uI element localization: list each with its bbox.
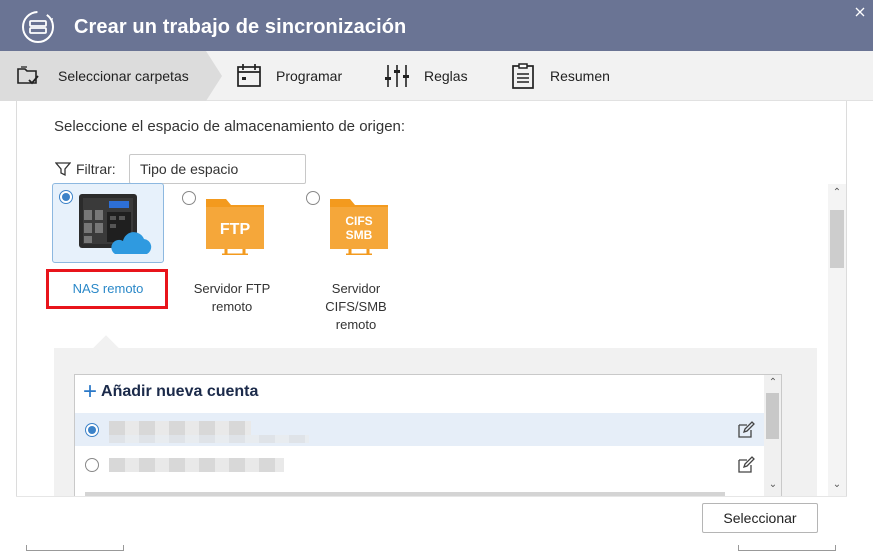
svg-text:FTP: FTP: [220, 221, 251, 238]
scroll-down-icon[interactable]: ⌄: [764, 479, 781, 490]
step-label: Resumen: [550, 68, 610, 84]
step-rules[interactable]: Reglas: [384, 51, 468, 101]
ftp-folder-icon: FTP: [206, 199, 264, 255]
option-cifs-smb-server[interactable]: CIFS SMB: [300, 183, 412, 263]
calendar-icon: [237, 64, 261, 87]
wizard-steps: Seleccionar carpetas Programar Reglas Re…: [0, 51, 873, 101]
main-panel: Seleccione el espacio de almacenamiento …: [16, 101, 847, 545]
window-title: Crear un trabajo de sincronización: [74, 16, 407, 38]
option-remote-nas[interactable]: [52, 183, 164, 263]
step-label: Programar: [276, 68, 343, 84]
account-radio[interactable]: [85, 423, 99, 437]
edit-icon[interactable]: [737, 421, 755, 439]
step-label: Seleccionar carpetas: [58, 68, 189, 84]
nas-cloud-icon: [79, 194, 152, 254]
highlight-box: [46, 269, 168, 309]
scroll-down-icon[interactable]: ⌄: [828, 479, 846, 490]
step-schedule[interactable]: Programar: [236, 51, 342, 101]
account-row[interactable]: [75, 448, 765, 481]
redacted-account-detail: [109, 435, 309, 443]
sync-app-icon: [22, 11, 54, 43]
cifs-smb-folder-icon: CIFS SMB: [330, 199, 388, 255]
account-row[interactable]: [75, 413, 765, 446]
account-list: + Añadir nueva cuenta ⌃ ⌄: [74, 374, 782, 504]
title-bar: Crear un trabajo de sincronización: [0, 0, 873, 51]
filter-icon: [55, 162, 71, 177]
sliders-icon: [385, 65, 409, 87]
close-icon[interactable]: [853, 5, 867, 19]
redacted-account-name: [109, 421, 251, 435]
radio-cifs-smb-server[interactable]: [306, 191, 320, 205]
option-ftp-server[interactable]: FTP: [176, 183, 288, 263]
underlying-button-edge: [26, 545, 124, 551]
scroll-up-icon[interactable]: ⌃: [828, 187, 846, 198]
step-label: Reglas: [424, 68, 468, 84]
panel-scrollbar[interactable]: ⌃ ⌄: [828, 184, 846, 496]
add-account-button[interactable]: + Añadir nueva cuenta: [83, 378, 258, 405]
option-label-cifs-smb-server[interactable]: Servidor CIFS/SMB remoto: [300, 280, 412, 334]
option-label-ftp-server[interactable]: Servidor FTP remoto: [176, 280, 288, 316]
footer: Seleccionar: [16, 496, 847, 549]
edit-icon[interactable]: [737, 456, 755, 474]
source-prompt: Seleccione el espacio de almacenamiento …: [54, 118, 406, 135]
account-radio[interactable]: [85, 458, 99, 472]
list-scrollbar[interactable]: ⌃ ⌄: [764, 375, 781, 503]
clipboard-icon: [512, 63, 534, 89]
select-button[interactable]: Seleccionar: [702, 503, 818, 533]
scroll-up-icon[interactable]: ⌃: [764, 377, 781, 388]
filter-dropdown[interactable]: Tipo de espacio: [129, 154, 306, 184]
svg-text:SMB: SMB: [346, 228, 373, 242]
svg-text:CIFS: CIFS: [345, 214, 372, 228]
panel-scroll-thumb[interactable]: [830, 210, 844, 268]
redacted-account-name: [109, 458, 284, 472]
step-summary[interactable]: Resumen: [510, 51, 610, 101]
step-select-folders[interactable]: Seleccionar carpetas: [0, 51, 222, 101]
radio-remote-nas[interactable]: [59, 190, 73, 204]
filter-label: Filtrar:: [55, 161, 116, 177]
radio-ftp-server[interactable]: [182, 191, 196, 205]
folder-check-icon: [17, 66, 39, 85]
plus-icon: +: [83, 378, 98, 405]
pointer-notch: [93, 335, 119, 361]
list-scroll-thumb[interactable]: [766, 393, 779, 439]
underlying-button-edge: [738, 545, 836, 551]
